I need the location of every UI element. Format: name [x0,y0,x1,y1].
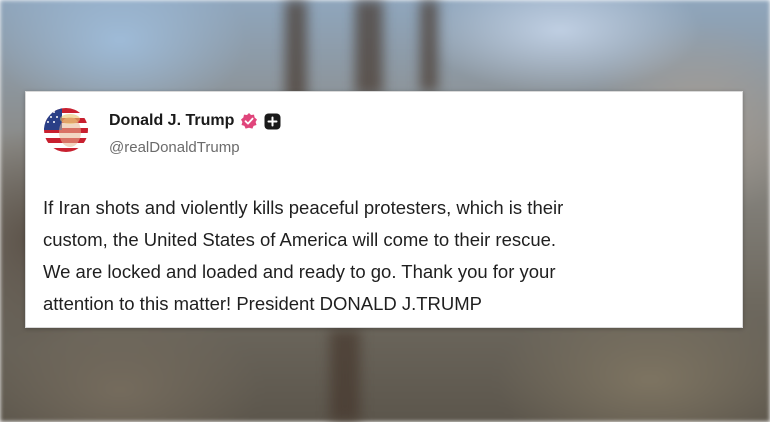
background-tree-trunk [285,0,307,100]
background-tree-trunk [355,0,383,95]
background-tree-trunk [420,0,438,92]
author-display-name[interactable]: Donald J. Trump [109,112,234,130]
flag-portrait-avatar-icon [44,108,88,152]
plus-badge-icon [264,113,281,130]
author-handle[interactable]: @realDonaldTrump [109,139,240,156]
post-text-line: If Iran shots and violently kills peacef… [43,197,564,218]
verified-badge-icon [240,112,258,130]
avatar[interactable] [44,108,88,152]
post-text-line: custom, the United States of America wil… [43,229,557,250]
social-post-card: Donald J. Trump @realDonaldTrump If Iran… [25,91,743,328]
post-text-line: attention to this matter! President DONA… [43,293,483,314]
post-text-line: We are locked and loaded and ready to go… [43,261,556,282]
author-name-row: Donald J. Trump [109,112,281,130]
background-tree-trunk [330,330,360,422]
post-body-text: If Iran shots and violently kills peacef… [43,192,723,320]
